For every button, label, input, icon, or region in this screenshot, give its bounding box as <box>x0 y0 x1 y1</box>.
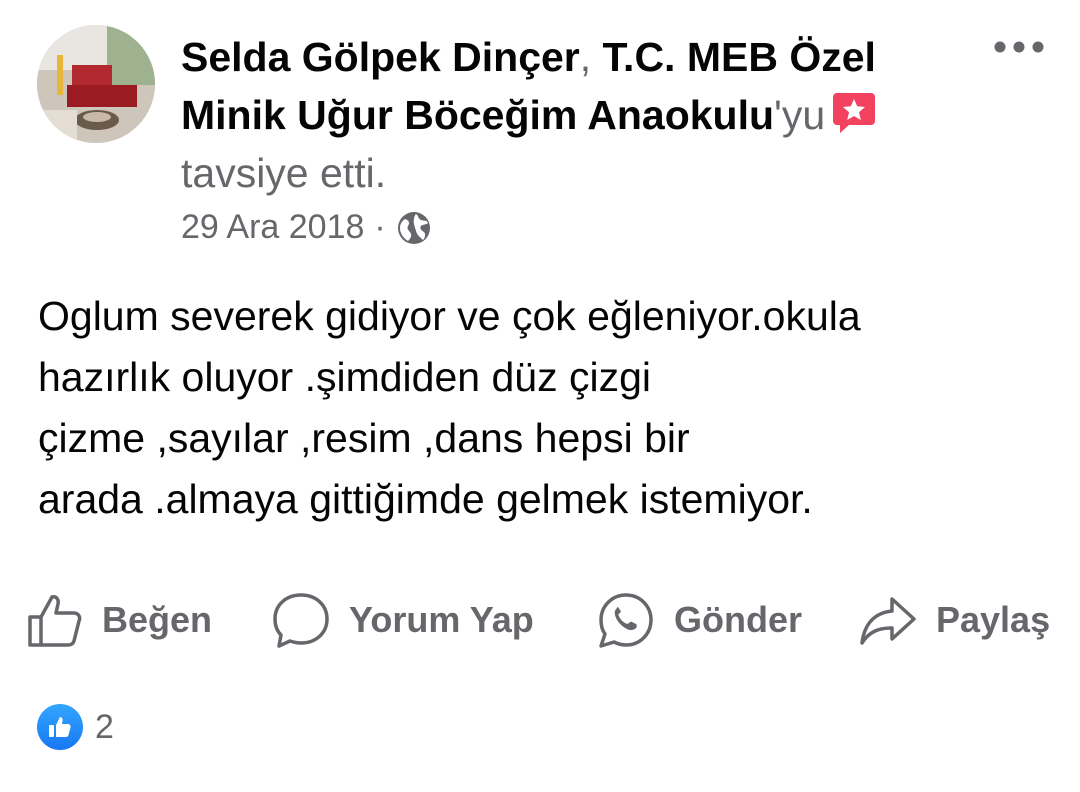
action-bar: Beğen Yorum Yap Gönder Paylaş <box>26 588 1066 652</box>
post-body-line: Oglum severek gidiyor ve çok eğleniyor.o… <box>38 293 861 339</box>
whatsapp-icon <box>599 593 653 648</box>
more-dots-icon <box>994 41 1044 53</box>
thumbs-up-icon <box>28 595 82 647</box>
post-meta: 29 Ara 2018 · <box>181 208 432 247</box>
globe-icon <box>396 210 432 246</box>
meta-dot: · <box>374 208 386 246</box>
reaction-count: 2 <box>95 707 114 746</box>
share-arrow-icon <box>860 597 916 645</box>
reactions-summary[interactable]: 2 <box>37 704 114 750</box>
page-suffix: 'yu <box>774 92 826 138</box>
more-options-button[interactable] <box>990 34 1050 60</box>
post-body: Oglum severek gidiyor ve çok eğleniyor.o… <box>38 286 1048 530</box>
send-button[interactable]: Gönder <box>596 588 802 652</box>
header-separator: , <box>579 34 603 80</box>
post-body-line: arada .almaya gittiğimde gelmek istemiyo… <box>38 476 813 522</box>
comment-label: Yorum Yap <box>349 599 534 640</box>
like-label: Beğen <box>102 599 213 640</box>
post-body-line: çizme ,sayılar ,resim ,dans hepsi bir <box>38 415 690 461</box>
share-button[interactable]: Paylaş <box>858 588 1050 652</box>
post-date[interactable]: 29 Ara 2018 <box>181 208 364 247</box>
comment-button[interactable]: Yorum Yap <box>271 588 534 652</box>
share-label: Paylaş <box>936 599 1051 640</box>
post-header: Selda Gölpek Dinçer, T.C. MEB Özel Minik… <box>181 28 971 202</box>
recommend-action-text: tavsiye etti. <box>181 150 387 196</box>
author-name[interactable]: Selda Gölpek Dinçer <box>181 34 580 80</box>
post-body-line: hazırlık oluyor .şimdiden düz çizgi <box>38 354 651 400</box>
like-reaction-icon <box>37 704 83 750</box>
recommend-star-icon <box>831 91 877 135</box>
author-avatar[interactable] <box>37 25 155 143</box>
comment-bubble-icon <box>273 593 329 648</box>
send-label: Gönder <box>674 599 803 640</box>
like-button[interactable]: Beğen <box>26 588 212 652</box>
